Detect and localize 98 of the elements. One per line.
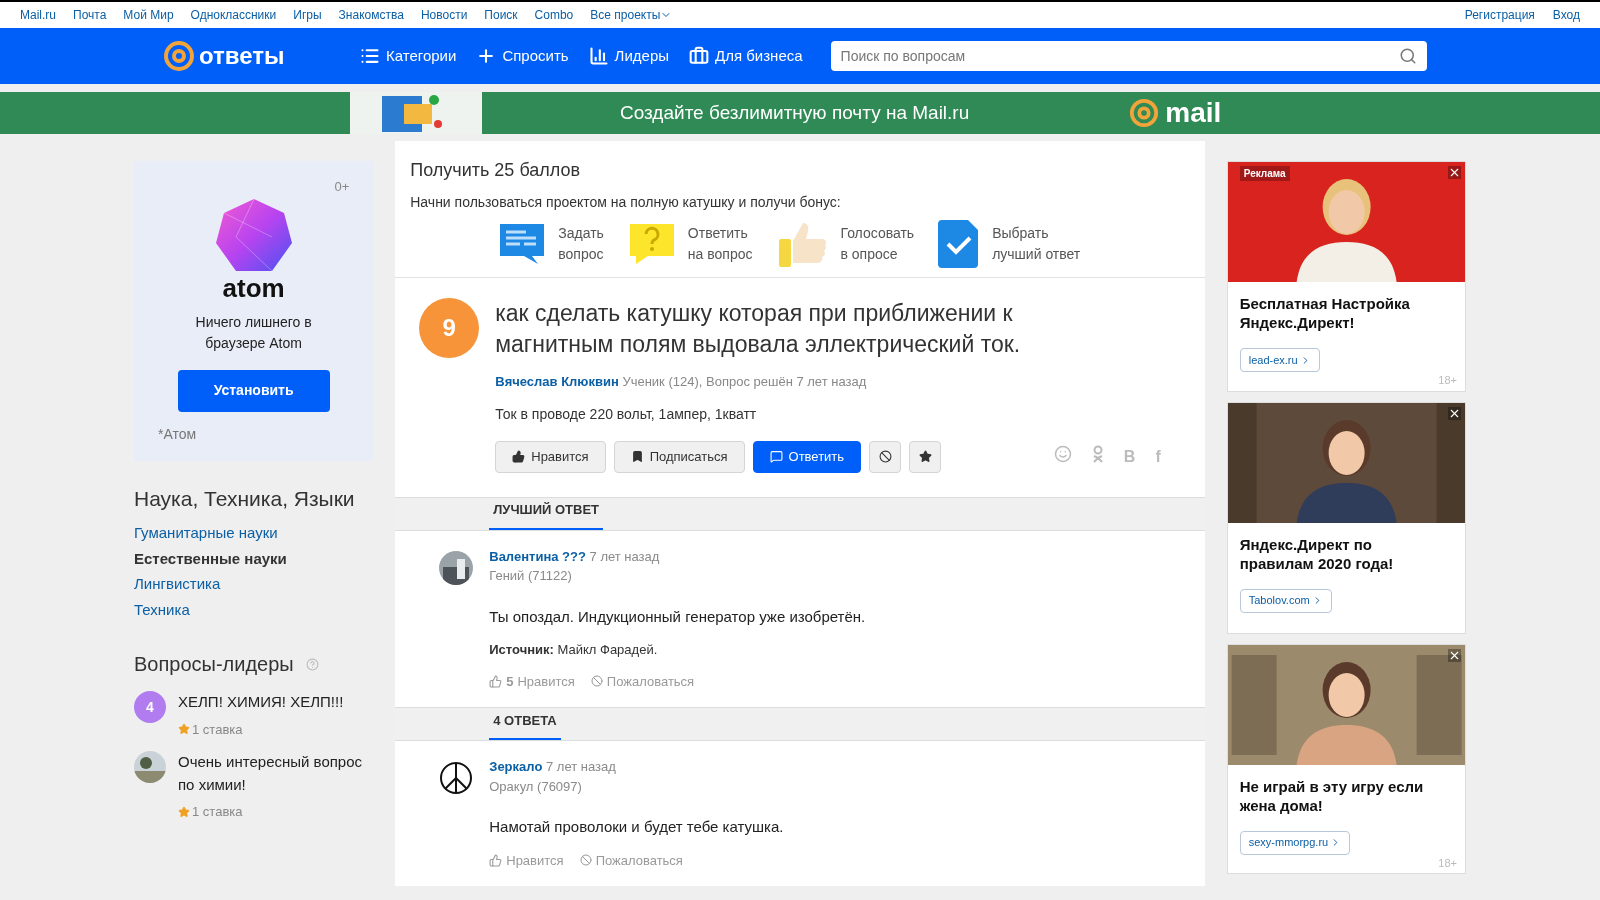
answer-text: Ты опоздал. Индукционный генератор уже изобретён. xyxy=(489,606,866,627)
thumbs-up-icon xyxy=(489,853,503,867)
bonus-subtitle: Начни пользоваться проектом на полную катушку и получи бонус: xyxy=(410,193,842,212)
score-badge: 9 xyxy=(419,298,480,358)
question-meta: Ученик (124), Вопрос решён 7 лет назад xyxy=(622,374,867,389)
bonus-title: Получить 25 баллов xyxy=(410,159,582,182)
answer-button[interactable]: Ответить xyxy=(752,440,862,473)
stakes-count: 1 ставка xyxy=(192,803,243,821)
category-link[interactable]: Естественные науки xyxy=(134,547,374,570)
top-nav-link[interactable]: Знакомства xyxy=(338,6,404,24)
author-link[interactable]: Вячеслав Клюквин xyxy=(495,374,619,389)
gem-logo-icon xyxy=(213,196,294,273)
speech-bubble-icon xyxy=(769,450,783,463)
stakes-count: 1 ставка xyxy=(192,720,243,739)
ad-note: *Атом xyxy=(158,424,197,444)
answer-source: Источник: Майкл Фарадей. xyxy=(489,641,659,659)
question-body: Ток в проводе 220 вольт, 1ампер, 1кватт xyxy=(495,404,758,424)
answer-time: 7 лет назад xyxy=(589,548,660,564)
bookmark-icon xyxy=(630,450,644,463)
star-icon xyxy=(178,805,190,818)
thumbs-up-icon xyxy=(489,674,503,688)
star-button[interactable] xyxy=(909,440,942,473)
bonus-step-text: Задать вопрос xyxy=(558,224,604,264)
top-nav-link[interactable]: Игры xyxy=(293,6,322,24)
briefcase-icon xyxy=(689,46,710,66)
top-nav-link[interactable]: Почта xyxy=(73,6,107,24)
bonus-step-text: Выбрать лучший ответ xyxy=(992,224,1081,264)
banner-text: Создайте безлимитную почту на Mail.ru xyxy=(620,100,970,125)
ban-icon xyxy=(579,854,592,867)
promo-banner[interactable]: Создайте безлимитную почту на Mail.ru mail xyxy=(0,92,1600,134)
top-nav-link[interactable]: Мой Мир xyxy=(123,6,174,24)
bonus-step-text: Ответить на вопрос xyxy=(687,224,753,264)
age-rating: 0+ xyxy=(334,178,350,196)
leader-question-link[interactable]: ХЕЛП! ХИМИЯ! ХЕЛП!!! xyxy=(178,691,344,714)
close-icon[interactable] xyxy=(1448,406,1461,420)
bonus-step-text: Голосовать в опросе xyxy=(840,224,915,264)
ad-title: Не играй в эту игру если жена дома! xyxy=(1238,776,1425,815)
bar-chart-icon xyxy=(588,46,609,66)
ban-icon xyxy=(590,675,603,688)
list-icon xyxy=(360,46,380,66)
age-rating: 18+ xyxy=(1437,855,1458,871)
header-nav-link[interactable]: Спросить xyxy=(476,44,569,68)
category-link[interactable]: Лингвистика xyxy=(134,573,374,596)
install-button[interactable]: Установить xyxy=(177,369,330,412)
logo-text: ответы xyxy=(199,41,285,71)
at-sign-logo-icon xyxy=(1129,98,1160,128)
category-title: Наука, Техника, Языки xyxy=(134,485,356,512)
thumbs-up-icon xyxy=(512,450,526,463)
header-nav-link[interactable]: Категории xyxy=(360,44,457,68)
close-icon[interactable] xyxy=(1448,648,1461,662)
leaders-title: Вопросы-лидеры xyxy=(134,652,294,677)
block-button[interactable] xyxy=(869,440,902,473)
peace-sign-icon xyxy=(439,761,474,795)
ad-link-button[interactable]: lead-ex.ru xyxy=(1239,348,1320,372)
author-rank: Гений (71122) xyxy=(489,567,573,585)
section-tab[interactable]: 4 ОТВЕТА xyxy=(489,710,561,740)
top-nav-link[interactable]: Mail.ru xyxy=(20,6,56,24)
answer-time: 7 лет назад xyxy=(545,759,616,774)
top-nav-link[interactable]: Combo xyxy=(534,6,574,24)
leader-question-link[interactable]: Очень интересный вопрос по химии! xyxy=(178,751,374,796)
header-nav-link[interactable]: Лидеры xyxy=(588,44,670,68)
category-link[interactable]: Гуманитарные науки xyxy=(134,522,374,545)
question-title: как сделать катушку которая при приближении к магнитным полям выдовала эллектрический ток. xyxy=(495,299,1022,359)
author-link[interactable]: Валентина ??? xyxy=(489,548,586,564)
top-nav-link[interactable]: Поиск xyxy=(484,6,518,24)
author-link[interactable]: Зеркало xyxy=(489,759,543,774)
answer-count-badge: 4 xyxy=(134,691,166,723)
ad-title: Яндекс.Директ по правилам 2020 года! xyxy=(1238,534,1395,573)
auth-link[interactable]: Регистрация xyxy=(1464,6,1535,24)
author-rank: Оракул (76097) xyxy=(489,777,583,796)
like-button[interactable]: Нравится xyxy=(495,440,606,473)
speech-bubble-icon xyxy=(498,222,547,266)
ad-link-button[interactable]: Tabolov.com xyxy=(1239,588,1332,613)
answer-text: Намотай проволоки и будет тебе катушка. xyxy=(489,817,784,837)
ad-link-button[interactable]: sexy-mmorpg.ru xyxy=(1239,830,1351,855)
brand-name: atom xyxy=(222,271,285,305)
question-mark-icon xyxy=(627,222,676,266)
age-rating: 18+ xyxy=(1437,373,1458,388)
checkmark-document-icon xyxy=(938,220,981,268)
category-link[interactable]: Техника xyxy=(134,598,374,621)
close-icon[interactable] xyxy=(1448,166,1461,179)
ad-text: Ничего лишнего в браузере Atom xyxy=(194,312,313,353)
auth-link[interactable]: Вход xyxy=(1552,6,1580,24)
mail-logo-text: mail xyxy=(1165,99,1222,127)
top-nav-link[interactable]: Новости xyxy=(420,6,468,24)
header-nav-link[interactable]: Для бизнеса xyxy=(689,44,803,68)
star-icon xyxy=(178,723,190,736)
ad-title: Бесплатная Настройка Яндекс.Директ! xyxy=(1238,294,1411,332)
search-icon[interactable] xyxy=(1398,47,1417,65)
ban-icon xyxy=(878,450,892,463)
star-icon xyxy=(918,450,932,463)
top-nav-link[interactable]: Все проекты xyxy=(590,6,673,24)
subscribe-button[interactable]: Подписаться xyxy=(613,440,745,473)
top-nav-link[interactable]: Одноклассники xyxy=(190,6,277,24)
at-sign-logo-icon xyxy=(163,40,195,72)
section-tab[interactable]: ЛУЧШИЙ ОТВЕТ xyxy=(489,500,603,530)
ad-label: Реклама xyxy=(1239,166,1290,181)
search-field[interactable]: Поиск по вопросам xyxy=(830,41,1427,71)
